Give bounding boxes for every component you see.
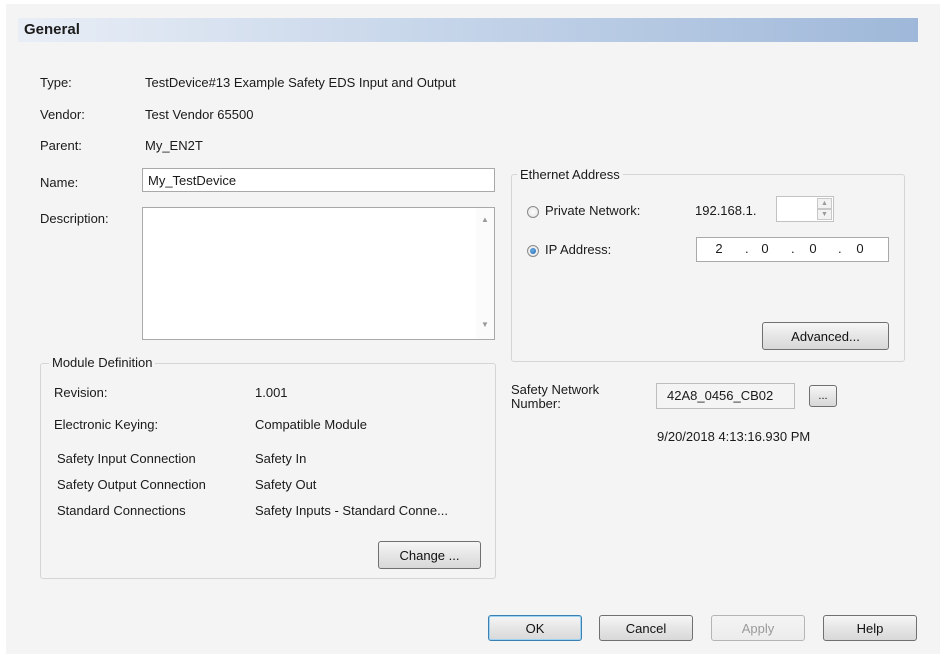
electronic-keying-label: Electronic Keying:	[54, 417, 159, 432]
page-title: General	[24, 21, 80, 38]
vendor-label: Vendor:	[40, 107, 85, 122]
parent-value: My_EN2T	[145, 138, 203, 153]
ip-address-radio[interactable]	[527, 245, 539, 257]
electronic-keying-value: Compatible Module	[255, 417, 368, 432]
description-scrollbar[interactable]: ▲ ▼	[476, 208, 494, 339]
revision-value: 1.001	[255, 385, 288, 400]
type-value: TestDevice#13 Example Safety EDS Input a…	[145, 75, 456, 90]
name-label: Name:	[40, 175, 79, 190]
description-textarea[interactable]: ▲ ▼	[142, 207, 495, 340]
ip-address-field[interactable]: 2 . 0 . 0 . 0	[696, 237, 889, 262]
ip-separator: .	[838, 241, 842, 256]
private-network-radio[interactable]	[527, 206, 539, 218]
safety-input-connection-value: Safety In	[255, 451, 307, 466]
standard-connections-label: Standard Connections	[57, 503, 186, 518]
scroll-up-icon[interactable]: ▲	[481, 215, 489, 224]
advanced-button[interactable]: Advanced...	[762, 322, 889, 350]
private-network-prefix: 192.168.1.	[695, 203, 757, 218]
scroll-down-icon[interactable]: ▼	[481, 320, 489, 329]
stepper-up-icon[interactable]: ▲	[817, 198, 832, 209]
private-network-stepper[interactable]: ▲ ▼	[776, 196, 834, 222]
type-label: Type:	[40, 75, 72, 90]
safety-network-number-label-line2: Number:	[511, 396, 561, 411]
ip-segment-3[interactable]: 0	[805, 241, 821, 256]
stepper-down-icon[interactable]: ▼	[817, 209, 832, 220]
ip-segment-1[interactable]: 2	[711, 241, 727, 256]
safety-network-number-label-line1: Safety Network	[511, 382, 600, 397]
standard-connections-value: Safety Inputs - Standard Conne...	[255, 503, 448, 518]
revision-label: Revision:	[54, 385, 108, 400]
safety-network-browse-button[interactable]: ...	[809, 385, 837, 407]
ip-segment-2[interactable]: 0	[757, 241, 773, 256]
apply-button[interactable]: Apply	[711, 615, 805, 641]
safety-output-connection-value: Safety Out	[255, 477, 317, 492]
safety-input-connection-label: Safety Input Connection	[57, 451, 196, 466]
safety-network-number-label: Safety Network Number:	[511, 383, 599, 411]
change-button[interactable]: Change ...	[378, 541, 481, 569]
radio-selected-dot-icon	[530, 248, 536, 254]
safety-network-timestamp: 9/20/2018 4:13:16.930 PM	[657, 429, 811, 444]
general-header: General	[18, 18, 918, 42]
name-field[interactable]: My_TestDevice	[142, 168, 495, 192]
description-label: Description:	[40, 211, 109, 226]
ip-address-label: IP Address:	[545, 242, 612, 257]
help-button[interactable]: Help	[823, 615, 917, 641]
safety-network-number-field: 42A8_0456_CB02	[656, 383, 795, 409]
cancel-button[interactable]: Cancel	[599, 615, 693, 641]
ethernet-address-title: Ethernet Address	[517, 167, 623, 182]
ip-separator: .	[791, 241, 795, 256]
ip-segment-4[interactable]: 0	[852, 241, 868, 256]
safety-output-connection-label: Safety Output Connection	[57, 477, 206, 492]
parent-label: Parent:	[40, 138, 82, 153]
name-field-value: My_TestDevice	[148, 173, 237, 188]
ok-button[interactable]: OK	[488, 615, 582, 641]
ip-separator: .	[745, 241, 749, 256]
vendor-value: Test Vendor 65500	[145, 107, 254, 122]
module-definition-title: Module Definition	[49, 355, 156, 370]
safety-network-number-value: 42A8_0456_CB02	[667, 388, 774, 403]
private-network-label: Private Network:	[545, 203, 641, 218]
